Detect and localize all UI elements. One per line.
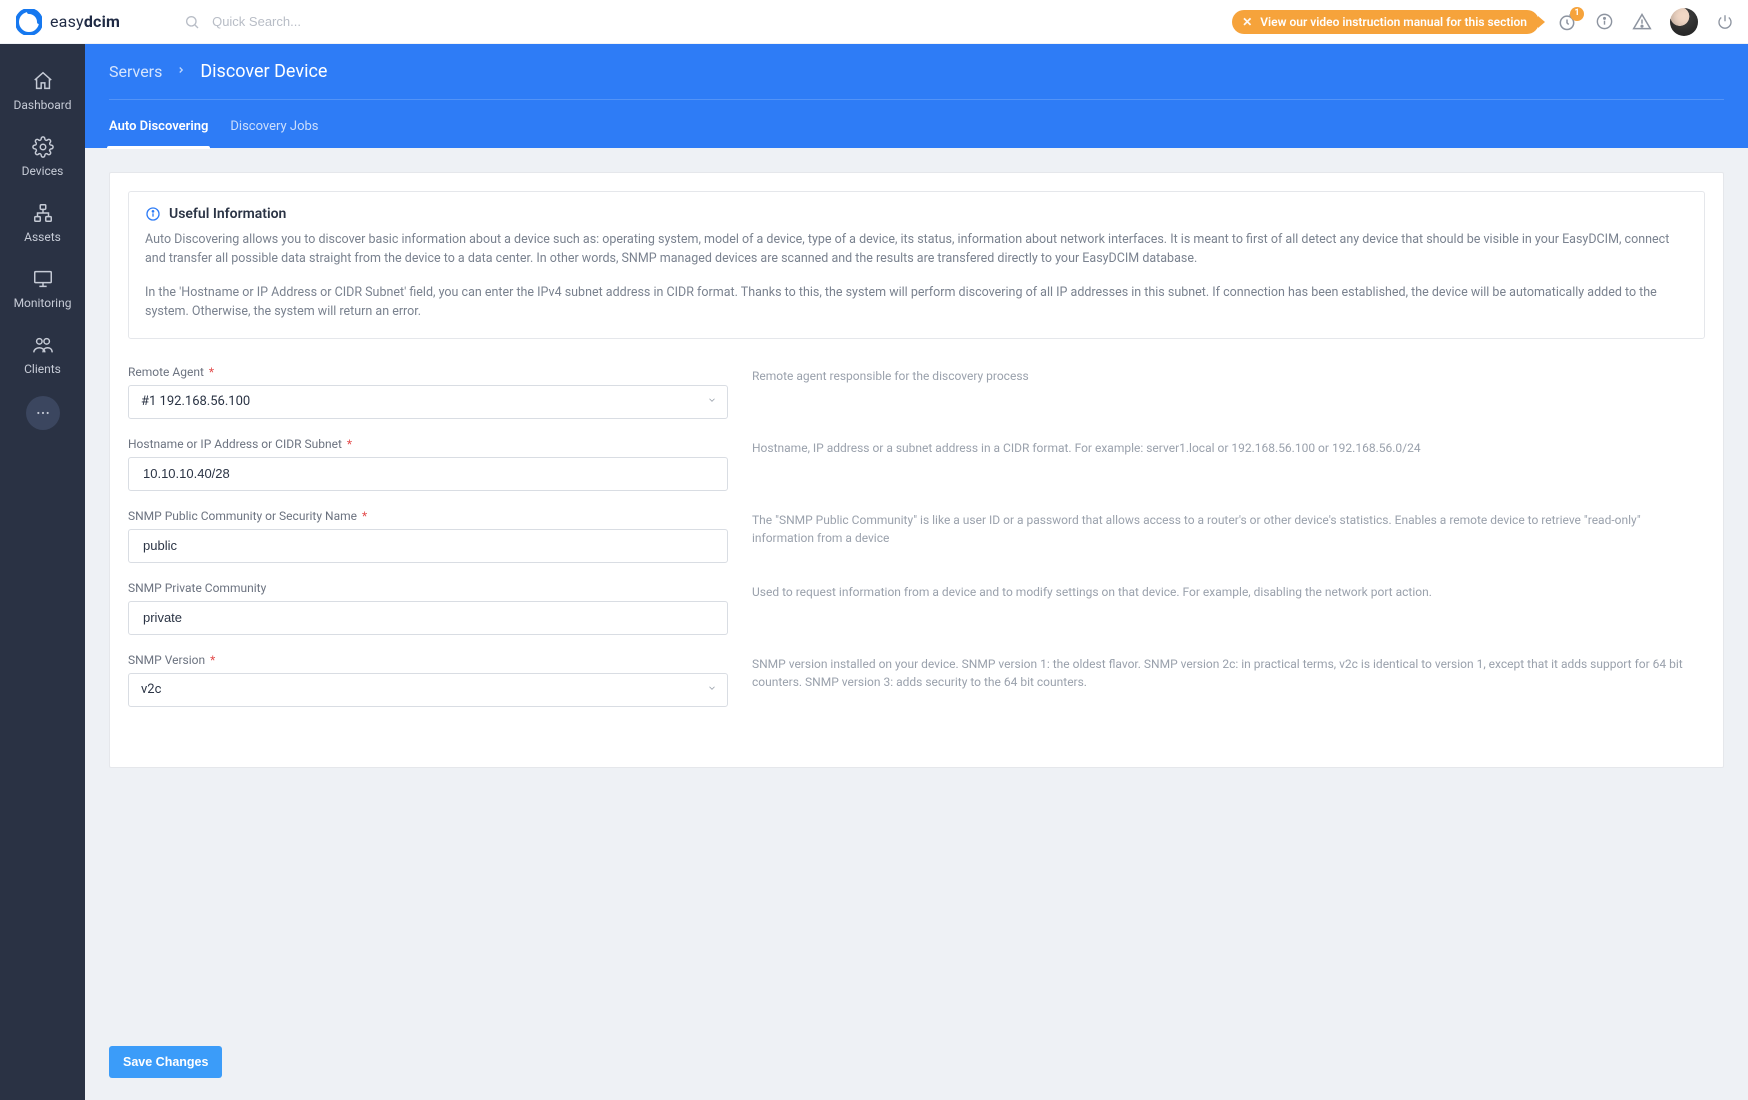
main: Servers Discover Device Auto Discovering…: [85, 44, 1748, 1100]
info-icon[interactable]: [1595, 12, 1614, 31]
sidebar-item-assets[interactable]: Assets: [0, 190, 85, 256]
snmp-public-input-wrap: [128, 529, 728, 563]
snmp-private-help: Used to request information from a devic…: [752, 581, 1705, 601]
snmp-public-label: SNMP Public Community or Security Name *: [128, 509, 728, 523]
snmp-version-value: v2c: [141, 682, 161, 697]
info-icon: [145, 206, 161, 222]
page-title: Discover Device: [200, 61, 327, 82]
search-input[interactable]: [210, 13, 450, 30]
video-banner[interactable]: ✕ View our video instruction manual for …: [1232, 10, 1539, 34]
gear-icon: [32, 136, 54, 158]
logo-text: easydcim: [50, 12, 120, 31]
hostname-input[interactable]: [141, 465, 717, 482]
power-icon[interactable]: [1716, 13, 1734, 31]
sidebar-item-monitoring[interactable]: Monitoring: [0, 256, 85, 322]
timer-icon[interactable]: 1: [1557, 12, 1577, 32]
snmp-version-label: SNMP Version *: [128, 653, 728, 667]
chevron-down-icon: [707, 394, 717, 409]
sidebar: Dashboard Devices Assets Monitoring Clie…: [0, 44, 85, 1100]
snmp-private-input[interactable]: [141, 609, 717, 626]
snmp-version-select[interactable]: v2c: [128, 673, 728, 707]
chevron-right-icon: [176, 64, 186, 79]
notifications-badge: 1: [1570, 7, 1584, 21]
info-paragraph: In the 'Hostname or IP Address or CIDR S…: [145, 283, 1688, 322]
info-box: Useful Information Auto Discovering allo…: [128, 191, 1705, 339]
remote-agent-select[interactable]: #1 192.168.56.100: [128, 385, 728, 419]
form-row-snmp-private: SNMP Private Community Used to request i…: [128, 581, 1705, 635]
snmp-private-label: SNMP Private Community: [128, 581, 728, 595]
form-row-hostname: Hostname or IP Address or CIDR Subnet * …: [128, 437, 1705, 491]
hostname-input-wrap: [128, 457, 728, 491]
hostname-label: Hostname or IP Address or CIDR Subnet *: [128, 437, 728, 451]
breadcrumb-parent[interactable]: Servers: [109, 62, 162, 81]
topbar: easydcim ✕ View our video instruction ma…: [0, 0, 1748, 44]
remote-agent-value: #1 192.168.56.100: [141, 394, 250, 409]
tab-discovery-jobs[interactable]: Discovery Jobs: [230, 105, 318, 148]
sidebar-item-label: Clients: [24, 362, 61, 376]
remote-agent-label: Remote Agent *: [128, 365, 728, 379]
sidebar-item-label: Assets: [24, 230, 61, 244]
snmp-public-help: The "SNMP Public Community" is like a us…: [752, 509, 1705, 547]
video-banner-text: View our video instruction manual for th…: [1260, 15, 1527, 29]
snmp-version-help: SNMP version installed on your device. S…: [752, 653, 1705, 691]
info-title-text: Useful Information: [169, 206, 286, 222]
dots-icon: [35, 405, 51, 421]
breadcrumb: Servers Discover Device: [109, 44, 1724, 100]
remote-agent-help: Remote agent responsible for the discove…: [752, 365, 1705, 385]
sidebar-item-label: Devices: [22, 164, 64, 178]
snmp-public-input[interactable]: [141, 537, 717, 554]
form-row-snmp-version: SNMP Version * v2c SNMP version installe…: [128, 653, 1705, 707]
sidebar-more[interactable]: [26, 396, 60, 430]
info-title: Useful Information: [145, 206, 1688, 222]
logo-icon: [16, 9, 42, 35]
form: Remote Agent * #1 192.168.56.100 Remote …: [110, 339, 1723, 767]
topbar-actions: ✕ View our video instruction manual for …: [1232, 8, 1734, 36]
tab-auto-discovering[interactable]: Auto Discovering: [109, 105, 208, 148]
avatar[interactable]: [1670, 8, 1698, 36]
search[interactable]: [184, 13, 450, 30]
page-tabs: Auto Discovering Discovery Jobs: [109, 100, 1724, 148]
sidebar-item-label: Dashboard: [13, 98, 71, 112]
save-button[interactable]: Save Changes: [109, 1046, 222, 1078]
chevron-down-icon: [707, 682, 717, 697]
sidebar-item-label: Monitoring: [14, 296, 72, 310]
home-icon: [32, 70, 54, 92]
content: Useful Information Auto Discovering allo…: [85, 148, 1748, 1046]
close-icon[interactable]: ✕: [1242, 15, 1252, 29]
sidebar-item-clients[interactable]: Clients: [0, 322, 85, 388]
alert-icon[interactable]: [1632, 12, 1652, 32]
network-icon: [32, 202, 54, 224]
monitor-icon: [32, 268, 54, 290]
users-icon: [32, 334, 54, 356]
form-row-snmp-public: SNMP Public Community or Security Name *…: [128, 509, 1705, 563]
page-header: Servers Discover Device Auto Discovering…: [85, 44, 1748, 148]
form-card: Useful Information Auto Discovering allo…: [109, 172, 1724, 768]
logo[interactable]: easydcim: [16, 9, 120, 35]
search-icon: [184, 14, 200, 30]
sidebar-item-devices[interactable]: Devices: [0, 124, 85, 190]
snmp-private-input-wrap: [128, 601, 728, 635]
footer: Save Changes: [85, 1046, 1748, 1100]
sidebar-item-dashboard[interactable]: Dashboard: [0, 58, 85, 124]
form-row-remote-agent: Remote Agent * #1 192.168.56.100 Remote …: [128, 365, 1705, 419]
info-paragraph: Auto Discovering allows you to discover …: [145, 230, 1688, 269]
hostname-help: Hostname, IP address or a subnet address…: [752, 437, 1705, 457]
